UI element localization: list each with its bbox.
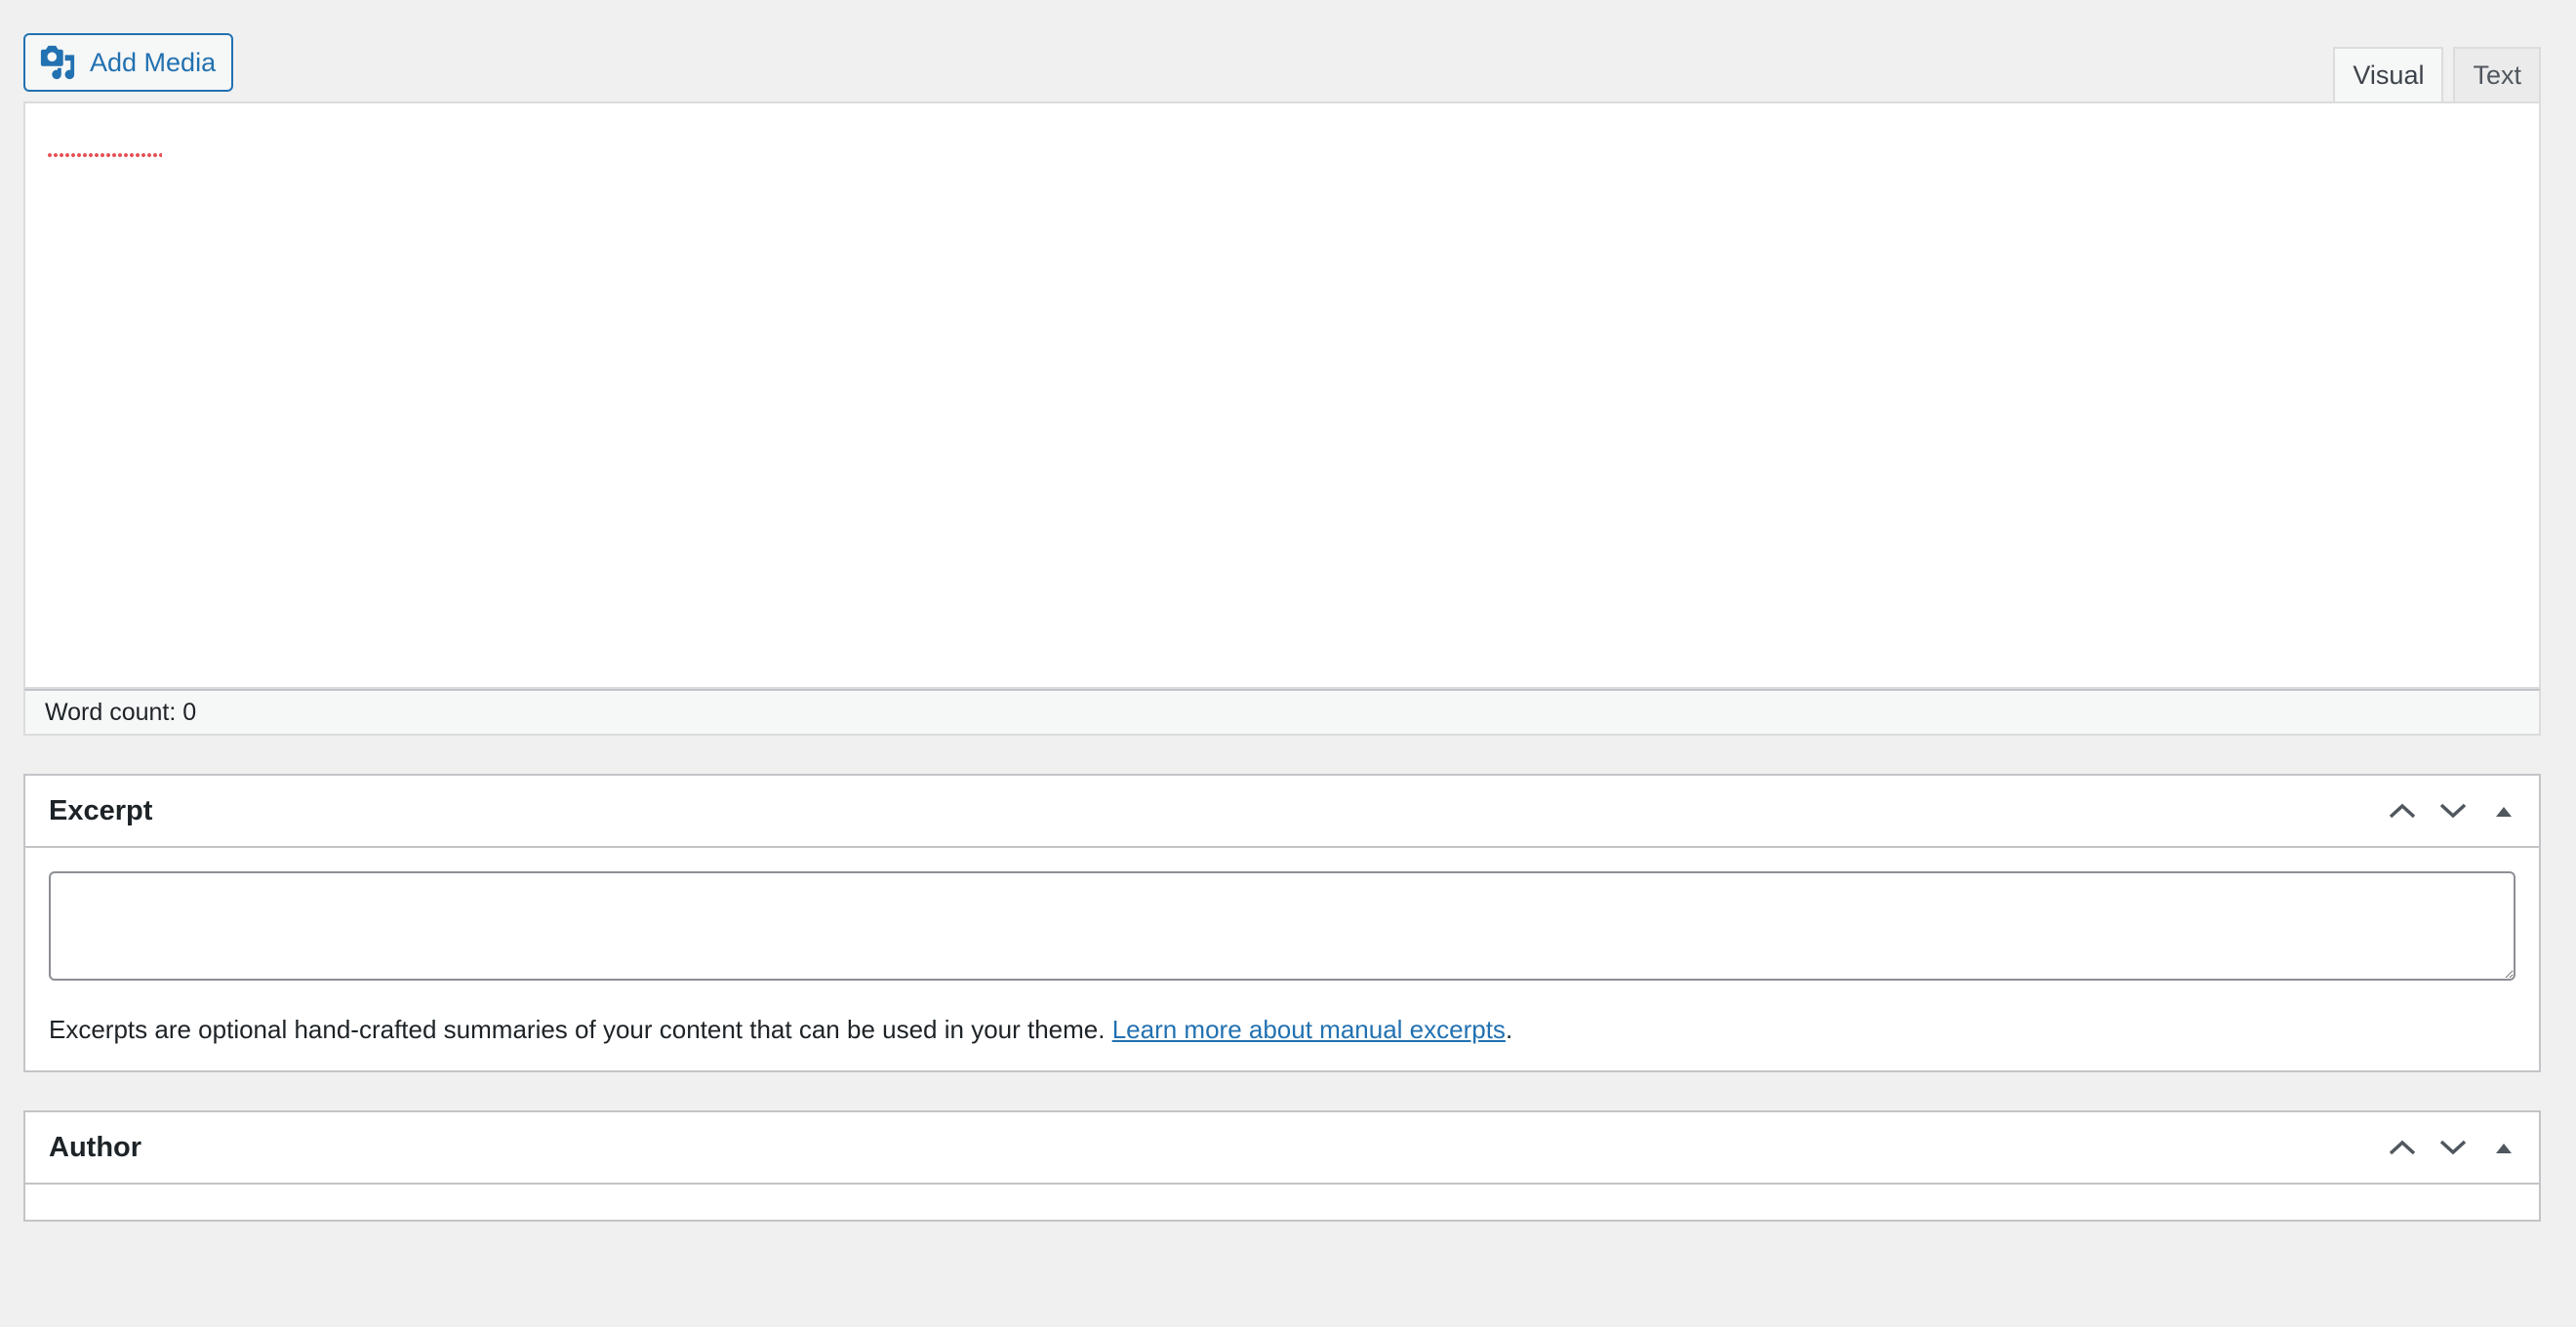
- editor-status-bar: Word count: 0: [23, 689, 2541, 736]
- excerpt-handle-actions: [2381, 789, 2525, 832]
- excerpt-help-suffix: .: [1505, 1015, 1513, 1044]
- move-down-button[interactable]: [2432, 789, 2475, 832]
- editor-content-area[interactable]: [23, 101, 2541, 689]
- toggle-panel-button[interactable]: [2482, 1126, 2525, 1169]
- author-handle-actions: [2381, 1126, 2525, 1169]
- tab-visual[interactable]: Visual: [2333, 47, 2444, 103]
- spellcheck-underline: [47, 152, 162, 158]
- media-icon: [39, 44, 76, 81]
- chevron-up-icon: [2388, 1138, 2417, 1157]
- chevron-down-icon: [2438, 801, 2468, 821]
- excerpt-textarea[interactable]: [49, 871, 2516, 981]
- toggle-panel-button[interactable]: [2482, 789, 2525, 832]
- author-title: Author: [49, 1131, 142, 1163]
- content-editor: Add Media Visual Text Word count: 0: [23, 33, 2541, 736]
- excerpt-help-description: Excerpts are optional hand-crafted summa…: [49, 1015, 1112, 1044]
- tab-text[interactable]: Text: [2453, 47, 2541, 103]
- excerpt-title: Excerpt: [49, 794, 153, 826]
- learn-more-excerpts-link[interactable]: Learn more about manual excerpts: [1112, 1015, 1506, 1044]
- word-count: Word count: 0: [45, 698, 197, 726]
- move-up-button[interactable]: [2381, 1126, 2424, 1169]
- excerpt-help-text: Excerpts are optional hand-crafted summa…: [49, 1015, 2516, 1070]
- excerpt-header: Excerpt: [25, 776, 2539, 848]
- author-header: Author: [25, 1112, 2539, 1185]
- excerpt-postbox: Excerpt Excerpts are optional hand-craft…: [23, 774, 2541, 1072]
- chevron-up-icon: [2388, 801, 2417, 821]
- editor-mode-tabs: Visual Text: [2333, 47, 2541, 103]
- chevron-down-icon: [2438, 1138, 2468, 1157]
- add-media-button[interactable]: Add Media: [23, 33, 234, 92]
- move-down-button[interactable]: [2432, 1126, 2475, 1169]
- move-up-button[interactable]: [2381, 789, 2424, 832]
- excerpt-inside: Excerpts are optional hand-crafted summa…: [25, 848, 2539, 1070]
- add-media-label: Add Media: [90, 47, 217, 77]
- editor-toolbar: Add Media Visual Text: [23, 33, 2541, 103]
- triangle-up-icon: [2494, 804, 2514, 818]
- author-postbox: Author: [23, 1110, 2541, 1222]
- triangle-up-icon: [2494, 1141, 2514, 1154]
